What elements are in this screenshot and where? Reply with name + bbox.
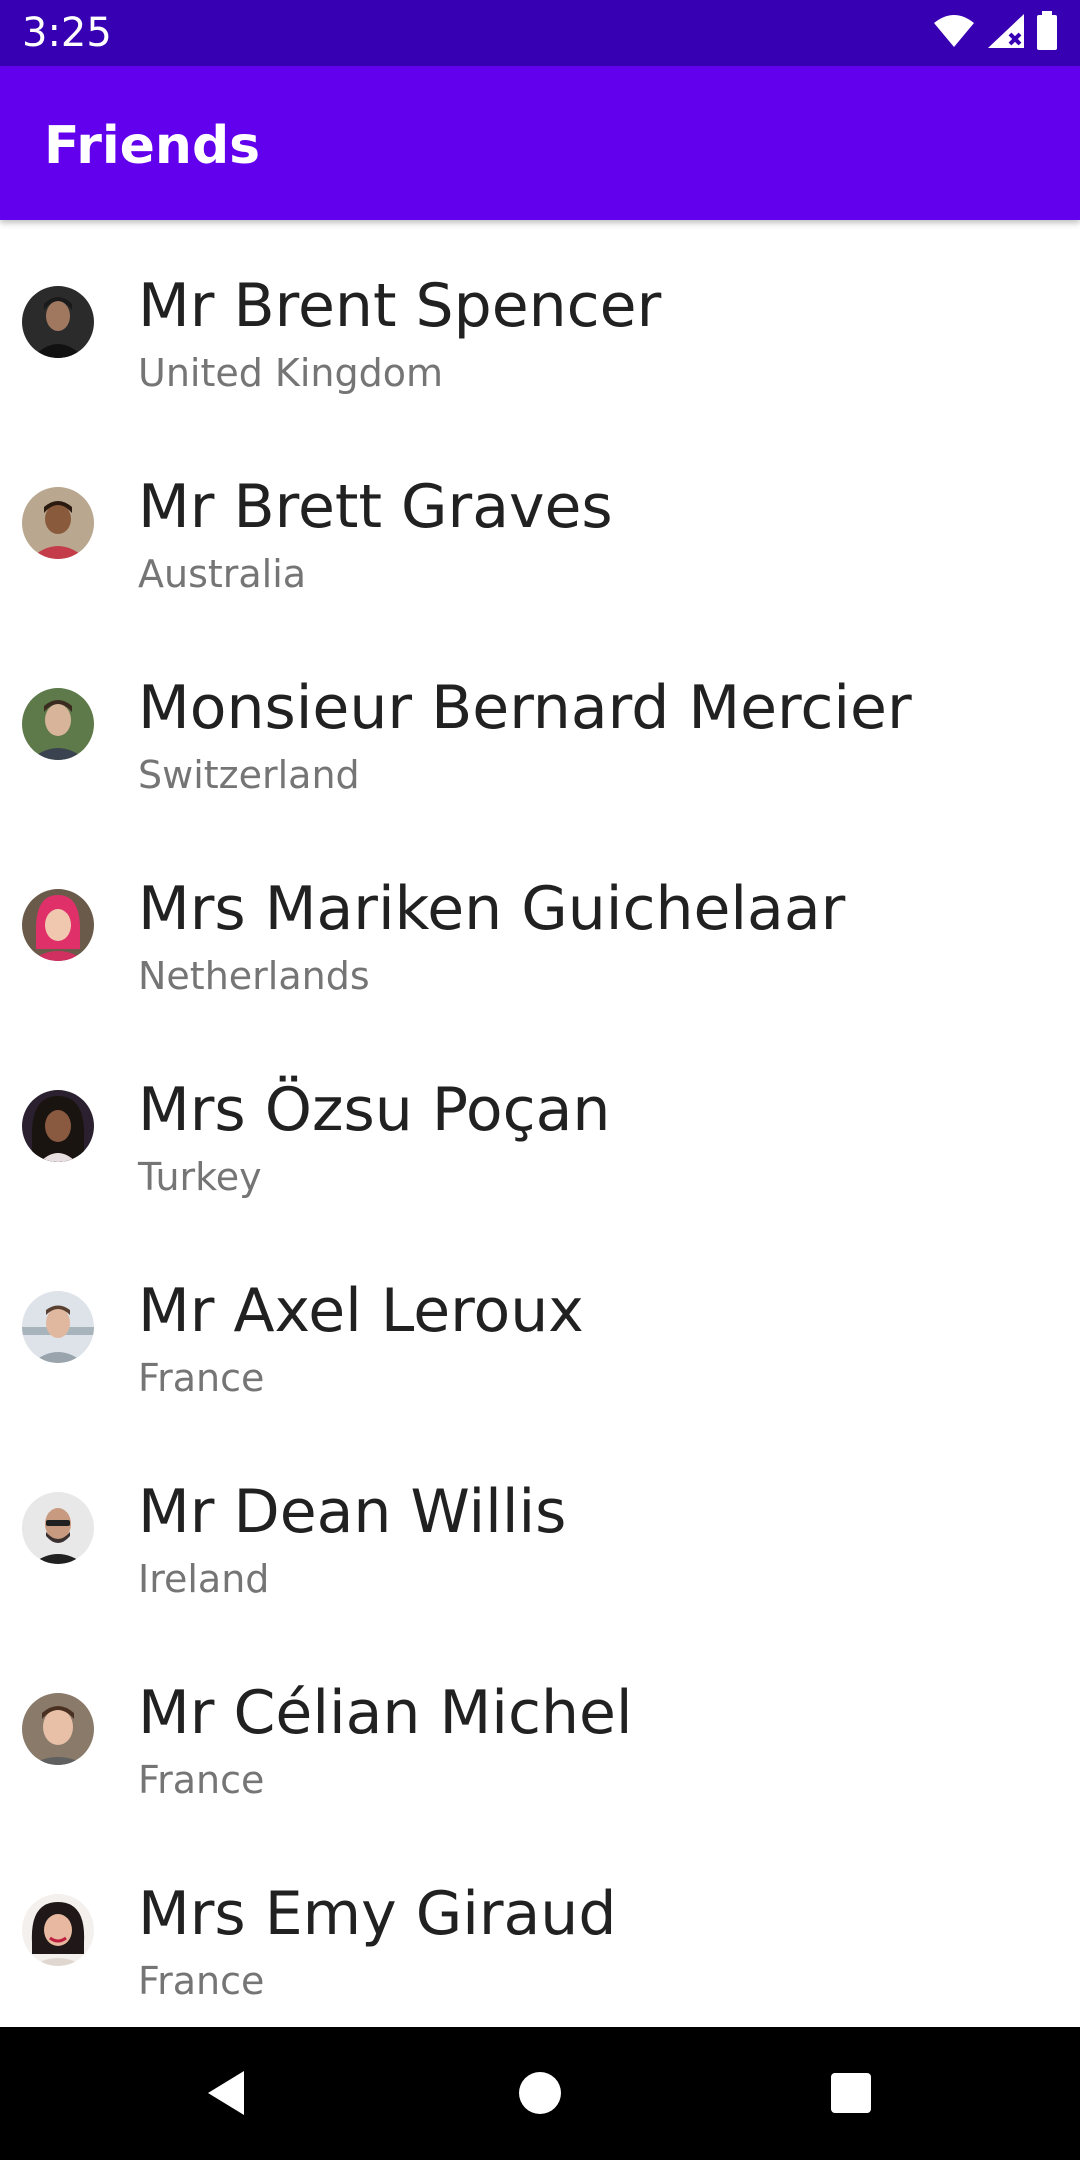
back-button[interactable] [190,2057,262,2129]
friend-country: France [138,1959,265,2003]
avatar [22,286,94,358]
friend-name: Mr Brett Graves [138,472,613,542]
friend-country: United Kingdom [138,351,444,395]
wifi-icon [932,13,976,54]
friend-name: Mr Brent Spencer [138,271,662,341]
recents-button[interactable] [815,2057,887,2129]
friend-country: France [138,1356,265,1400]
status-icons [932,10,1058,56]
friend-name: Mrs Mariken Guichelaar [138,874,846,944]
home-button[interactable] [504,2057,576,2129]
avatar [22,889,94,961]
avatar [22,1492,94,1564]
avatar [22,1090,94,1162]
avatar [22,1291,94,1363]
friend-name: Mr Célian Michel [138,1678,633,1748]
friend-name: Mrs Emy Giraud [138,1879,617,1949]
friends-list[interactable]: Mr Brent Spencer United Kingdom Mr Brett… [0,220,1080,2029]
friend-country: Turkey [138,1155,262,1199]
list-item[interactable]: Mrs Emy Giraud France [0,1828,1080,2029]
list-item[interactable]: Mr Brett Graves Australia [0,421,1080,622]
status-time: 3:25 [22,10,112,56]
navigation-bar [0,2027,1080,2160]
list-item[interactable]: Mr Brent Spencer United Kingdom [0,220,1080,421]
list-item[interactable]: Mr Dean Willis Ireland [0,1426,1080,1627]
home-icon [519,2072,561,2114]
friend-country: Ireland [138,1557,270,1601]
avatar [22,1894,94,1966]
friend-name: Monsieur Bernard Mercier [138,673,912,743]
list-item[interactable]: Monsieur Bernard Mercier Switzerland [0,622,1080,823]
status-bar: 3:25 [0,0,1080,66]
list-item[interactable]: Mrs Özsu Poçan Turkey [0,1024,1080,1225]
back-icon [208,2071,244,2115]
avatar [22,1693,94,1765]
cellular-signal-icon [986,12,1026,55]
friend-name: Mr Dean Willis [138,1477,567,1547]
friend-name: Mr Axel Leroux [138,1276,584,1346]
list-item[interactable]: Mr Célian Michel France [0,1627,1080,1828]
list-item[interactable]: Mr Axel Leroux France [0,1225,1080,1426]
battery-icon [1036,10,1058,56]
avatar [22,487,94,559]
list-item[interactable]: Mrs Mariken Guichelaar Netherlands [0,823,1080,1024]
friend-country: Australia [138,552,307,596]
friend-country: Switzerland [138,753,360,797]
recents-icon [831,2073,871,2113]
avatar [22,688,94,760]
friend-country: France [138,1758,265,1802]
page-title: Friends [44,116,261,176]
friend-name: Mrs Özsu Poçan [138,1075,611,1145]
friend-country: Netherlands [138,954,370,998]
app-bar: Friends [0,66,1080,220]
